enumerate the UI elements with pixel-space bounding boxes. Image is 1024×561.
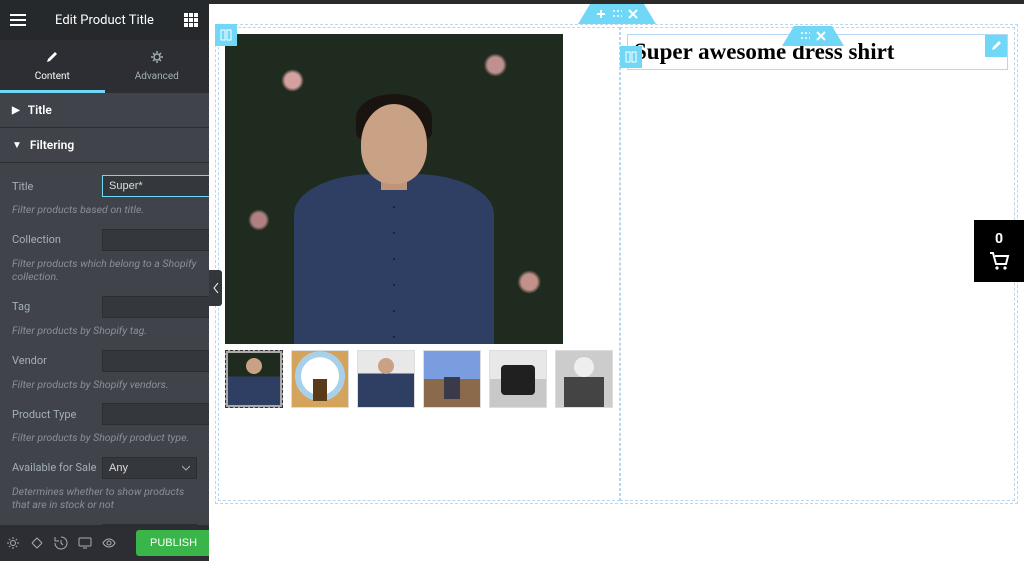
product-thumbnail[interactable] bbox=[489, 350, 547, 408]
column-handle-left[interactable] bbox=[215, 24, 237, 46]
inner-section-handle[interactable] bbox=[794, 26, 832, 46]
control-producttype-help: Filter products by Shopify product type. bbox=[12, 431, 197, 451]
section-filtering-label: Filtering bbox=[30, 138, 74, 152]
publish-button[interactable]: PUBLISH bbox=[136, 530, 211, 556]
control-availableforsale-help: Determines whether to show products that… bbox=[12, 485, 197, 518]
product-main-image[interactable] bbox=[225, 34, 563, 344]
panel-collapse-handle[interactable] bbox=[209, 270, 222, 306]
product-info-column[interactable]: Super awesome dress shirt bbox=[620, 27, 1015, 501]
control-tag-label: Tag bbox=[12, 300, 102, 313]
control-tag-input[interactable] bbox=[102, 296, 209, 318]
section-title-toggle[interactable]: ▶ Title bbox=[0, 93, 209, 128]
close-icon[interactable] bbox=[816, 31, 826, 41]
tab-content[interactable]: Content bbox=[0, 40, 105, 93]
control-tag-help: Filter products by Shopify tag. bbox=[12, 324, 197, 344]
control-producttype-input[interactable] bbox=[102, 403, 209, 425]
product-thumbnail[interactable] bbox=[555, 350, 613, 408]
panel-footer: PUBLISH bbox=[0, 525, 209, 561]
control-title-input[interactable] bbox=[102, 175, 209, 197]
history-icon[interactable] bbox=[54, 535, 68, 551]
caret-right-icon: ▶ bbox=[12, 105, 20, 116]
responsive-icon[interactable] bbox=[78, 535, 92, 551]
navigator-icon[interactable] bbox=[30, 535, 44, 551]
tab-advanced[interactable]: Advanced bbox=[105, 40, 210, 93]
panel-header: Edit Product Title bbox=[0, 0, 209, 40]
control-producttype-label: Product Type bbox=[12, 408, 102, 421]
control-title-label: Title bbox=[12, 180, 102, 193]
menu-icon[interactable] bbox=[8, 10, 28, 30]
control-collection-help: Filter products which belong to a Shopif… bbox=[12, 257, 197, 290]
gear-icon bbox=[150, 50, 164, 64]
product-thumbnail[interactable] bbox=[225, 350, 283, 408]
section-handle-top[interactable] bbox=[590, 4, 644, 24]
cart-count: 0 bbox=[995, 231, 1003, 247]
control-collection-input[interactable] bbox=[102, 229, 209, 251]
editor-sidebar: Edit Product Title Content Advanced ▶ Ti… bbox=[0, 0, 209, 561]
panel-tabs: Content Advanced bbox=[0, 40, 209, 93]
plus-icon[interactable] bbox=[596, 9, 606, 19]
tab-content-label: Content bbox=[35, 71, 70, 82]
settings-icon[interactable] bbox=[6, 535, 20, 551]
control-title-help: Filter products based on title. bbox=[12, 203, 197, 223]
control-availableforsale-select[interactable]: Any bbox=[102, 457, 197, 479]
drag-icon[interactable] bbox=[800, 31, 810, 41]
product-gallery-column[interactable] bbox=[218, 27, 620, 501]
product-thumbnails bbox=[225, 350, 613, 408]
panel-title: Edit Product Title bbox=[28, 13, 181, 28]
editor-canvas: Super awesome dress shirt 0 bbox=[209, 0, 1024, 561]
control-vendor-input[interactable] bbox=[102, 350, 209, 372]
cart-icon bbox=[988, 251, 1010, 271]
close-icon[interactable] bbox=[628, 9, 638, 19]
tab-advanced-label: Advanced bbox=[135, 71, 179, 82]
panel-controls: ▶ Title ▼ Filtering Title Filter product… bbox=[0, 93, 209, 525]
product-thumbnail[interactable] bbox=[357, 350, 415, 408]
control-vendor-help: Filter products by Shopify vendors. bbox=[12, 378, 197, 398]
column-icon bbox=[220, 29, 232, 41]
pencil-icon bbox=[45, 50, 59, 64]
control-vendor-label: Vendor bbox=[12, 354, 102, 367]
column-icon bbox=[625, 51, 637, 63]
control-availableforsale-label: Available for Sale bbox=[12, 461, 102, 474]
control-collection-label: Collection bbox=[12, 233, 102, 246]
chevron-left-icon bbox=[213, 283, 219, 293]
section-filtering-toggle[interactable]: ▼ Filtering bbox=[0, 128, 209, 163]
product-thumbnail[interactable] bbox=[423, 350, 481, 408]
cart-button[interactable]: 0 bbox=[974, 220, 1024, 282]
caret-down-icon: ▼ bbox=[12, 140, 22, 151]
pencil-icon bbox=[990, 40, 1002, 52]
column-handle-right[interactable] bbox=[620, 46, 642, 68]
section-title-label: Title bbox=[28, 103, 52, 117]
drag-icon[interactable] bbox=[612, 9, 622, 19]
product-thumbnail[interactable] bbox=[291, 350, 349, 408]
widgets-icon[interactable] bbox=[181, 10, 201, 30]
product-section[interactable]: Super awesome dress shirt bbox=[215, 24, 1018, 504]
edit-widget-icon[interactable] bbox=[985, 35, 1007, 57]
preview-icon[interactable] bbox=[102, 535, 116, 551]
